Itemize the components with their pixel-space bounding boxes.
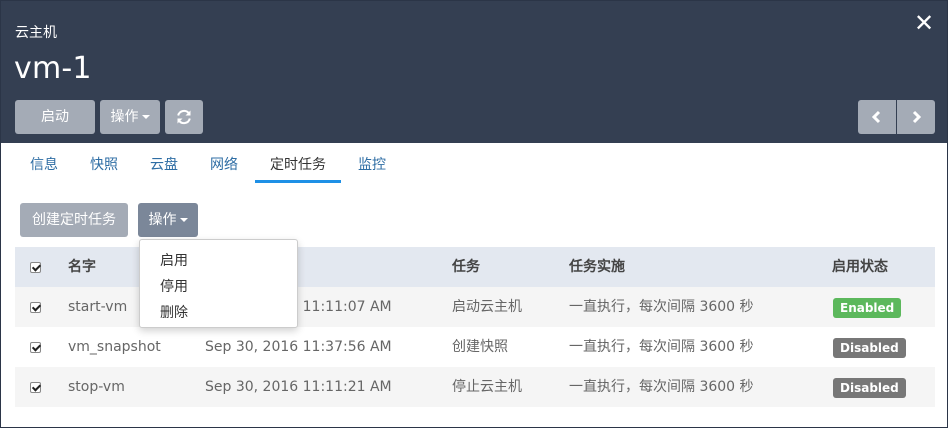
active-tab-indicator bbox=[255, 180, 341, 183]
table-row[interactable]: vm_snapshot Sep 30, 2016 11:37:56 AM 创建快… bbox=[15, 327, 935, 367]
status-badge: Enabled bbox=[833, 298, 902, 318]
row-time: Sep 30, 2016 11:37:56 AM bbox=[205, 339, 392, 355]
table-row[interactable]: stop-vm Sep 30, 2016 11:11:21 AM 停止云主机 一… bbox=[15, 367, 935, 407]
row-schedule: 一直执行，每次间隔 3600 秒 bbox=[569, 379, 754, 395]
page-title: vm-1 bbox=[14, 51, 92, 86]
menu-item-enable[interactable]: 启用 bbox=[160, 250, 188, 270]
vm-detail-panel: 云主机 vm-1 ✕ 启动 操作 信息 快照 云盘 网络 定时任务 监控 创建定… bbox=[0, 0, 948, 428]
column-header-schedule[interactable]: 任务实施 bbox=[569, 247, 625, 287]
row-schedule: 一直执行，每次间隔 3600 秒 bbox=[569, 299, 754, 315]
row-checkbox[interactable] bbox=[30, 302, 41, 313]
previous-button[interactable] bbox=[858, 100, 896, 134]
status-badge: Disabled bbox=[833, 338, 906, 358]
row-name: vm_snapshot bbox=[68, 339, 161, 355]
chevron-right-icon bbox=[912, 110, 922, 124]
caret-down-icon bbox=[179, 218, 188, 222]
row-schedule: 一直执行，每次间隔 3600 秒 bbox=[569, 339, 754, 355]
row-task: 停止云主机 bbox=[452, 379, 522, 395]
menu-item-disable[interactable]: 停用 bbox=[160, 276, 188, 296]
next-button[interactable] bbox=[897, 100, 935, 134]
column-header-status[interactable]: 启用状态 bbox=[832, 247, 888, 287]
row-task: 创建快照 bbox=[452, 339, 508, 355]
panel-header: 云主机 vm-1 ✕ 启动 操作 bbox=[1, 1, 947, 143]
row-task: 启动云主机 bbox=[452, 299, 522, 315]
status-badge: Disabled bbox=[833, 378, 906, 398]
select-all-checkbox[interactable] bbox=[30, 262, 41, 273]
actions-dropdown-menu: 启用 停用 删除 bbox=[139, 239, 298, 328]
row-checkbox[interactable] bbox=[30, 382, 41, 393]
row-time: Sep 30, 2016 11:11:21 AM bbox=[205, 379, 392, 395]
close-icon[interactable]: ✕ bbox=[913, 11, 935, 35]
table-actions-label: 操作 bbox=[148, 212, 177, 228]
column-header-name[interactable]: 名字 bbox=[68, 247, 96, 287]
actions-label: 操作 bbox=[110, 109, 139, 125]
caret-down-icon bbox=[141, 115, 150, 119]
tab-scheduled-tasks[interactable]: 定时任务 bbox=[270, 154, 326, 174]
refresh-button[interactable] bbox=[165, 100, 203, 134]
create-scheduled-task-button[interactable]: 创建定时任务 bbox=[20, 203, 128, 237]
panel-subtitle: 云主机 bbox=[15, 25, 57, 41]
start-button[interactable]: 启动 bbox=[15, 100, 95, 134]
row-name: start-vm bbox=[68, 299, 128, 315]
column-header-task[interactable]: 任务 bbox=[452, 247, 480, 287]
refresh-icon bbox=[177, 109, 191, 125]
row-name: stop-vm bbox=[68, 379, 125, 395]
actions-dropdown-button[interactable]: 操作 bbox=[100, 100, 160, 134]
menu-item-delete[interactable]: 删除 bbox=[160, 302, 188, 322]
table-actions-dropdown-button[interactable]: 操作 bbox=[138, 203, 198, 237]
chevron-left-icon bbox=[871, 110, 881, 124]
tab-network[interactable]: 网络 bbox=[210, 154, 238, 174]
row-checkbox[interactable] bbox=[30, 342, 41, 353]
tab-volumes[interactable]: 云盘 bbox=[150, 154, 178, 174]
tab-snapshots[interactable]: 快照 bbox=[90, 154, 118, 174]
tab-monitoring[interactable]: 监控 bbox=[358, 154, 386, 174]
tab-info[interactable]: 信息 bbox=[30, 154, 58, 174]
